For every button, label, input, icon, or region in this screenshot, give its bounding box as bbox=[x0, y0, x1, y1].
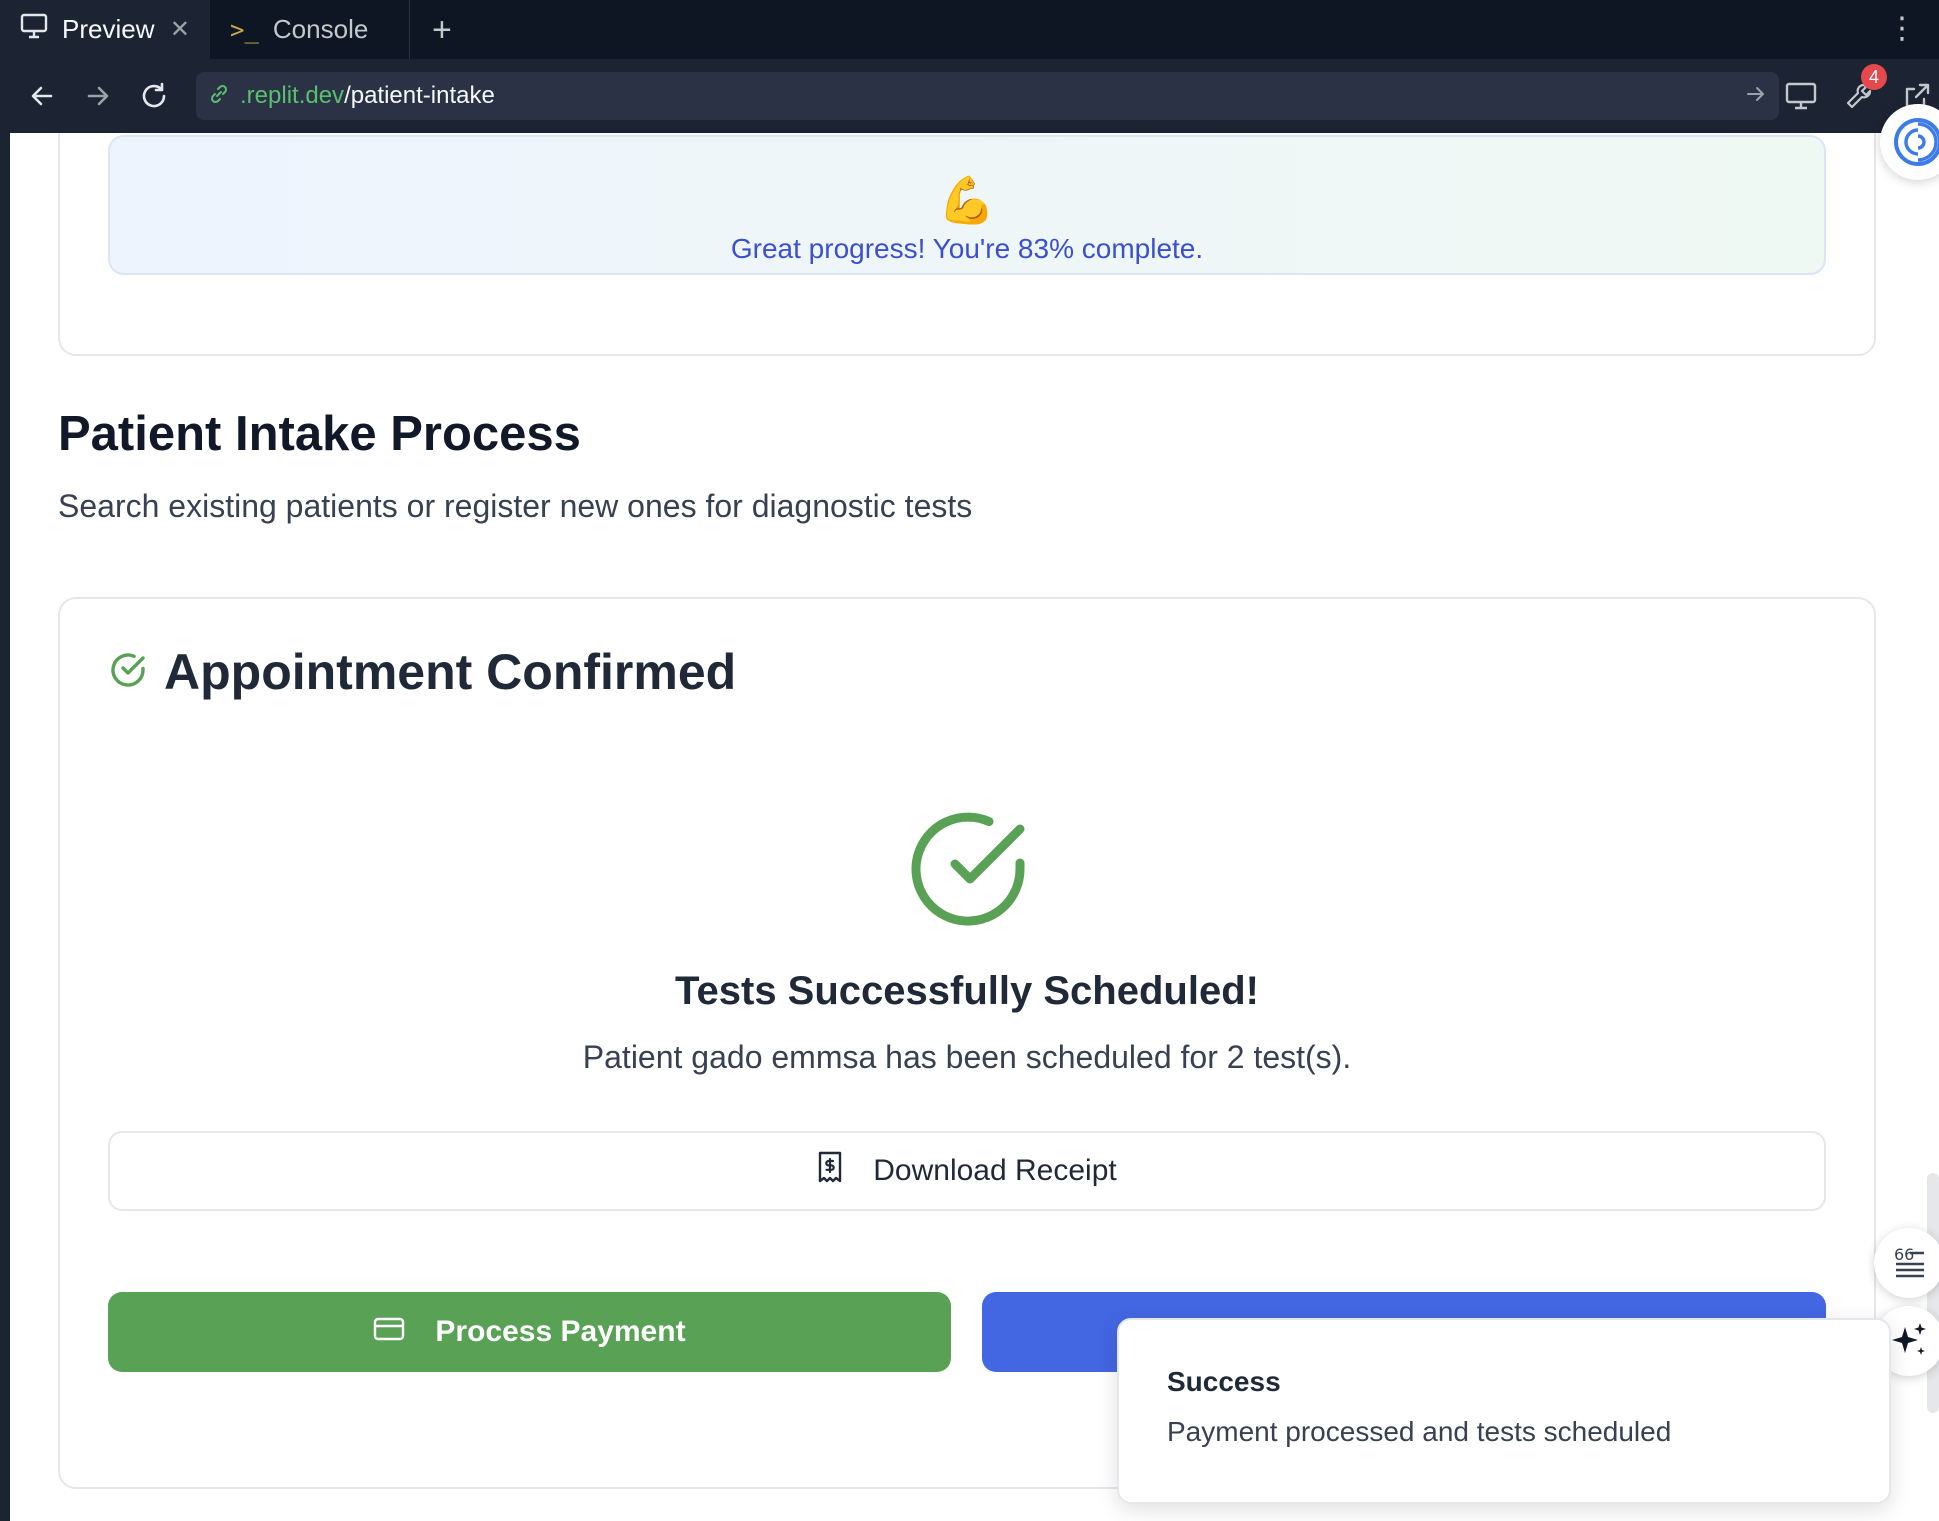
svg-text:66: 66 bbox=[1894, 1246, 1914, 1264]
tab-label: Preview bbox=[62, 14, 155, 44]
forward-arrow-icon[interactable] bbox=[72, 70, 124, 122]
process-payment-label: Process Payment bbox=[435, 1315, 686, 1348]
tab-console[interactable]: >_ Console bbox=[210, 0, 410, 59]
device-preview-icon[interactable] bbox=[1783, 78, 1819, 114]
success-toast: Success Payment processed and tests sche… bbox=[1117, 1318, 1891, 1504]
card-header: Appointment Confirmed bbox=[108, 643, 736, 701]
download-receipt-button[interactable]: Download Receipt bbox=[108, 1131, 1826, 1211]
success-heading: Tests Successfully Scheduled! bbox=[675, 969, 1259, 1013]
progress-banner: 💪 Great progress! You're 83% complete. bbox=[108, 135, 1826, 275]
reload-icon[interactable] bbox=[128, 70, 180, 122]
quote-list-icon[interactable]: 66 bbox=[1874, 1228, 1939, 1298]
url-text: .replit.dev/patient-intake bbox=[240, 82, 495, 109]
success-message: Patient gado emmsa has been scheduled fo… bbox=[582, 1039, 1352, 1075]
process-payment-button[interactable]: Process Payment bbox=[108, 1292, 951, 1372]
page-title: Patient Intake Process bbox=[58, 407, 581, 461]
tab-preview[interactable]: Preview ✕ bbox=[0, 0, 210, 59]
page-content: 💪 Great progress! You're 83% complete. P… bbox=[10, 133, 1939, 1521]
credit-card-icon bbox=[373, 1315, 405, 1349]
more-options-icon[interactable]: ⋮ bbox=[1887, 14, 1917, 44]
devtools-wrench-icon[interactable]: 4 bbox=[1841, 64, 1887, 114]
page-subtitle: Search existing patients or register new… bbox=[58, 488, 973, 524]
browser-url-bar: .replit.dev/patient-intake 4 bbox=[0, 59, 1939, 133]
scrollbar-thumb[interactable] bbox=[1927, 1173, 1939, 1413]
progress-message: Great progress! You're 83% complete. bbox=[730, 233, 1204, 264]
link-icon bbox=[208, 83, 230, 110]
terminal-icon: >_ bbox=[230, 15, 259, 44]
url-input[interactable]: .replit.dev/patient-intake bbox=[196, 72, 1779, 120]
card-title: Appointment Confirmed bbox=[164, 644, 737, 700]
back-arrow-icon[interactable] bbox=[16, 70, 68, 122]
devtools-badge: 4 bbox=[1861, 64, 1887, 90]
toast-message: Payment processed and tests scheduled bbox=[1167, 1416, 1672, 1447]
new-tab-icon[interactable]: + bbox=[432, 13, 452, 47]
tab-label: Console bbox=[272, 14, 369, 44]
window-left-edge bbox=[0, 133, 10, 1521]
go-arrow-icon[interactable] bbox=[1745, 83, 1767, 110]
monitor-icon bbox=[20, 13, 48, 46]
toast-title: Success bbox=[1167, 1366, 1281, 1397]
success-check-icon bbox=[908, 807, 1032, 931]
progress-card: 💪 Great progress! You're 83% complete. bbox=[58, 133, 1876, 356]
flexed-biceps-icon: 💪 bbox=[938, 174, 996, 226]
check-circle-icon bbox=[108, 650, 148, 695]
browser-tab-bar: Preview ✕ >_ Console + ⋮ bbox=[0, 0, 1939, 59]
close-tab-icon[interactable]: ✕ bbox=[170, 15, 190, 44]
download-receipt-label: Download Receipt bbox=[873, 1154, 1117, 1187]
receipt-icon bbox=[817, 1151, 843, 1191]
